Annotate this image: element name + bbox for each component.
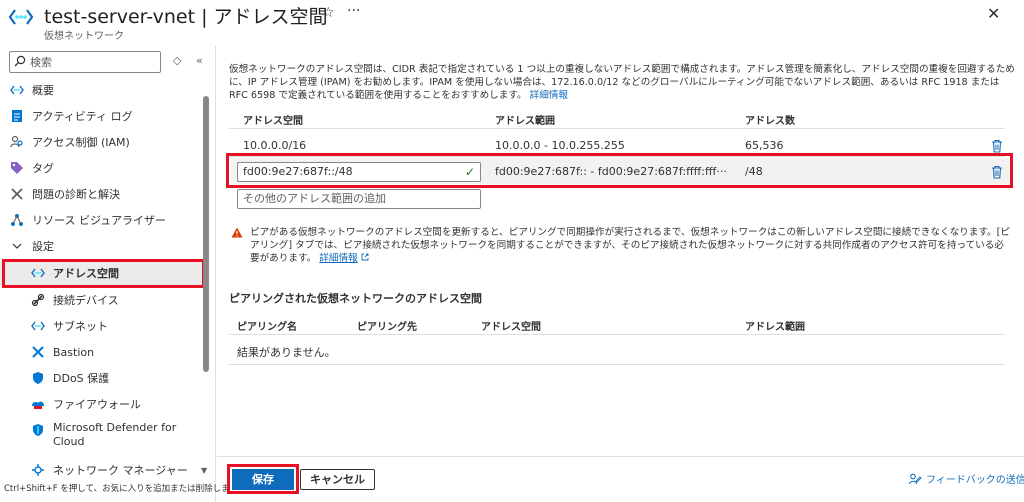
sidebar-item-connected-devices[interactable]: 接続デバイス <box>0 288 205 312</box>
row1-address-count: 65,536 <box>745 139 784 152</box>
sidebar-item-defender[interactable]: Microsoft Defender for Cloud <box>0 421 205 453</box>
sidebar-item-label: リソース ビジュアライザー <box>32 214 166 227</box>
highlight-box <box>2 259 205 288</box>
sidebar-scrollbar[interactable] <box>203 96 209 372</box>
learn-more-link[interactable]: 詳細情報 <box>530 90 568 101</box>
sidebar-item-label: Bastion <box>53 345 95 359</box>
column-header-address-count: アドレス数 <box>745 116 795 127</box>
bastion-icon <box>31 345 45 359</box>
warning-text: ピアがある仮想ネットワークのアドレス空間を更新すると、ピアリングで同期操作が実行… <box>250 226 1010 265</box>
virtual-network-icon <box>8 9 34 25</box>
sidebar-item-label: 設定 <box>32 240 54 253</box>
column-header-peering-name: ピアリング名 <box>237 322 297 333</box>
iam-icon <box>10 135 24 149</box>
external-link-icon <box>361 253 369 261</box>
virtual-network-icon <box>10 83 24 97</box>
sidebar-item-overview[interactable]: 概要 <box>0 78 205 102</box>
cancel-button[interactable]: キャンセル <box>300 469 375 490</box>
sidebar-item-label-line2: Cloud <box>53 435 85 448</box>
description-body: 仮想ネットワークのアドレス空間は、CIDR 表記で指定されている 1 つ以上の重… <box>229 64 1015 101</box>
collapse-sidebar-icon[interactable]: « <box>196 54 203 67</box>
network-manager-icon <box>31 463 45 477</box>
sidebar-item-subnets[interactable]: サブネット <box>0 314 205 338</box>
feedback-label: フィードバックの送信 <box>926 475 1024 486</box>
sidebar-item-label: 問題の診断と解決 <box>32 188 120 201</box>
column-header-peering-target: ピアリング先 <box>357 322 417 333</box>
page-subtitle: 仮想ネットワーク <box>44 31 124 42</box>
column-header-peer-address-space: アドレス空間 <box>481 322 541 333</box>
sidebar-item-label: Microsoft Defender for <box>53 421 177 434</box>
subnet-icon <box>31 319 45 333</box>
sidebar-item-label: サブネット <box>53 320 108 333</box>
feedback-icon <box>909 473 922 484</box>
column-header-address-range: アドレス範囲 <box>495 116 555 127</box>
wrench-icon <box>10 187 24 201</box>
chevron-down-icon <box>10 239 24 253</box>
sidebar-item-diagnose[interactable]: 問題の診断と解決 <box>0 182 205 206</box>
sidebar-item-bastion[interactable]: Bastion <box>0 340 205 364</box>
description-text: 仮想ネットワークのアドレス空間は、CIDR 表記で指定されている 1 つ以上の重… <box>229 63 1019 102</box>
feedback-link[interactable]: フィードバックの送信 <box>909 471 1024 486</box>
sidebar-item-label: 概要 <box>32 84 54 97</box>
scroll-down-icon[interactable]: ▼ <box>201 466 207 475</box>
divider <box>229 128 1005 129</box>
divider <box>229 334 1005 335</box>
row1-address-space: 10.0.0.0/16 <box>243 139 307 152</box>
no-results-text: 結果がありません。 <box>237 346 336 359</box>
expand-collapse-icon[interactable]: ◇ <box>173 54 181 67</box>
firewall-icon <box>31 397 45 411</box>
page-title: test-server-vnet | アドレス空間 <box>44 6 328 28</box>
defender-icon <box>31 423 45 437</box>
search-box[interactable] <box>9 51 161 73</box>
visualizer-icon <box>10 213 24 227</box>
plug-icon <box>31 293 45 307</box>
main-content: 仮想ネットワークのアドレス空間は、CIDR 表記で指定されている 1 つ以上の重… <box>217 46 1024 502</box>
shield-icon <box>31 371 45 385</box>
favorites-tooltip: Ctrl+Shift+F を押して、お気に入りを追加または削除しま <box>4 484 230 494</box>
favorite-star-icon[interactable]: ☆ <box>322 5 335 21</box>
sidebar-item-label: ファイアウォール <box>53 398 141 411</box>
sidebar-item-label: 接続デバイス <box>53 294 119 307</box>
search-input[interactable] <box>30 54 158 70</box>
divider <box>229 364 1005 365</box>
warning-learn-more-link[interactable]: 詳細情報 <box>319 253 357 264</box>
highlight-box <box>227 464 299 494</box>
sidebar-item-label: ネットワーク マネージャー <box>53 464 188 477</box>
add-address-range-input[interactable]: その他のアドレス範囲の追加 <box>237 189 481 209</box>
sidebar-item-activity-log[interactable]: アクティビティ ログ <box>0 104 205 128</box>
activity-log-icon <box>10 109 24 123</box>
sidebar-item-label-group: Microsoft Defender for Cloud <box>53 421 176 449</box>
page-header: test-server-vnet | アドレス空間 仮想ネットワーク ☆ ···… <box>0 0 1024 46</box>
sidebar: ◇ « 概要 アクティビティ ログ アクセス制御 (IAM) タグ 問題の診断と… <box>0 46 230 502</box>
close-icon[interactable]: ✕ <box>987 4 1000 23</box>
search-icon <box>14 55 26 67</box>
sidebar-item-label: アクセス制御 (IAM) <box>32 136 130 149</box>
sidebar-item-iam[interactable]: アクセス制御 (IAM) <box>0 130 205 154</box>
tag-icon <box>10 161 24 175</box>
sidebar-item-label: アクティビティ ログ <box>32 110 133 123</box>
sidebar-item-resource-visualizer[interactable]: リソース ビジュアライザー <box>0 208 205 232</box>
sidebar-item-ddos[interactable]: DDoS 保護 <box>0 366 205 390</box>
column-header-peer-address-range: アドレス範囲 <box>745 322 805 333</box>
column-header-address-space: アドレス空間 <box>243 116 303 127</box>
row1-address-range: 10.0.0.0 - 10.0.255.255 <box>495 139 625 152</box>
sidebar-group-settings[interactable]: 設定 <box>0 234 205 258</box>
warning-icon <box>231 227 243 238</box>
highlight-box <box>226 153 1013 188</box>
sidebar-item-network-manager[interactable]: ネットワーク マネージャー <box>0 458 205 482</box>
more-options-icon[interactable]: ··· <box>347 3 360 19</box>
sidebar-item-firewall[interactable]: ファイアウォール <box>0 392 205 416</box>
sidebar-item-tags[interactable]: タグ <box>0 156 205 180</box>
delete-icon[interactable] <box>991 139 1003 153</box>
footer-divider <box>217 456 1024 457</box>
sidebar-item-label: DDoS 保護 <box>53 372 110 385</box>
sidebar-item-label: タグ <box>32 162 54 175</box>
peered-section-title: ピアリングされた仮想ネットワークのアドレス空間 <box>229 292 482 305</box>
